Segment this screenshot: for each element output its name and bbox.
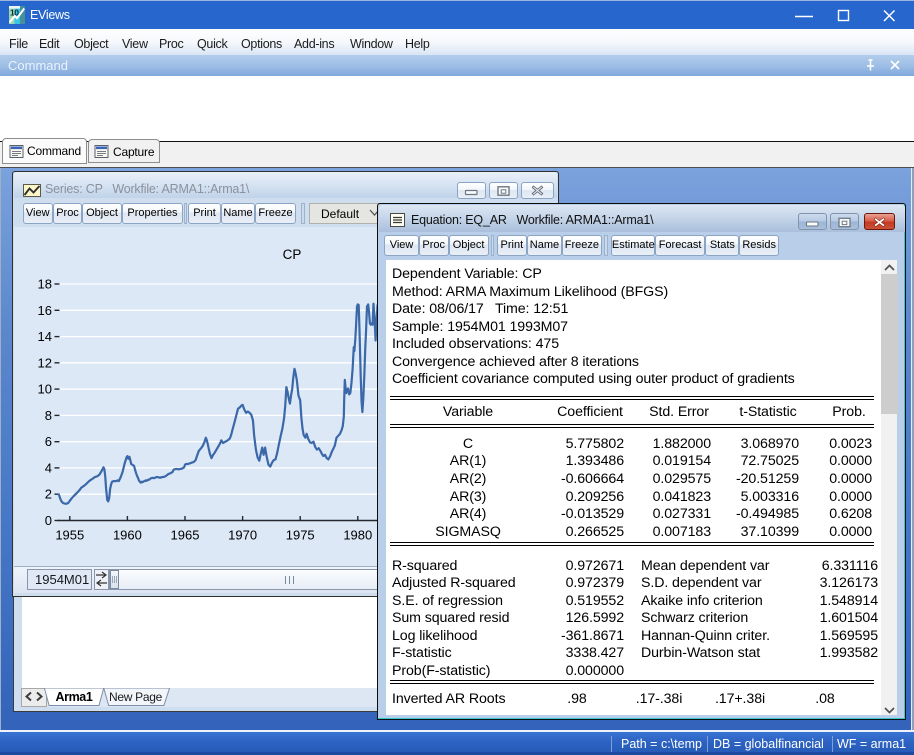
svg-text:18: 18 — [38, 277, 52, 292]
svg-text:1980: 1980 — [343, 528, 372, 543]
svg-text:1970: 1970 — [228, 528, 257, 543]
svg-text:8: 8 — [45, 408, 52, 423]
svg-text:2: 2 — [45, 487, 52, 502]
svg-text:6: 6 — [45, 434, 52, 449]
svg-text:1965: 1965 — [171, 528, 200, 543]
svg-text:0: 0 — [45, 513, 52, 528]
svg-text:1955: 1955 — [55, 528, 84, 543]
svg-text:1960: 1960 — [113, 528, 142, 543]
svg-text:10: 10 — [38, 382, 52, 397]
svg-text:14: 14 — [38, 329, 52, 344]
svg-text:1975: 1975 — [286, 528, 315, 543]
svg-text:4: 4 — [45, 460, 52, 475]
svg-text:12: 12 — [38, 355, 52, 370]
svg-text:16: 16 — [38, 303, 52, 318]
svg-text:CP: CP — [283, 247, 302, 262]
